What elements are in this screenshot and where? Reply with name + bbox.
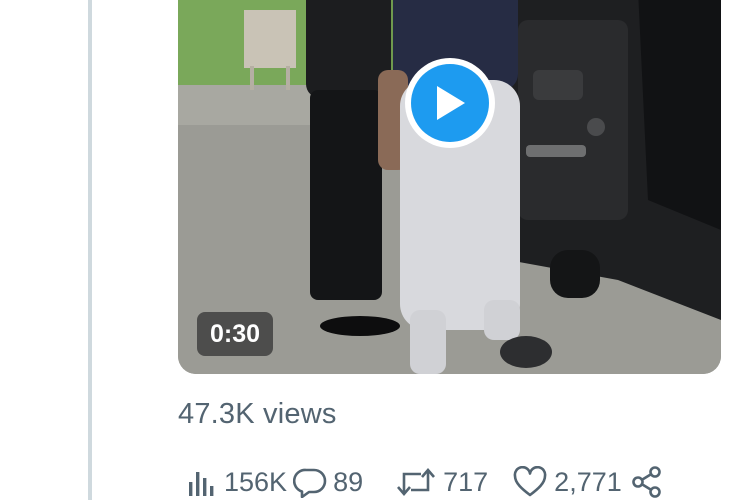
share-button[interactable] bbox=[630, 466, 664, 498]
play-button[interactable] bbox=[405, 58, 495, 148]
retweet-button[interactable]: 717 bbox=[395, 466, 488, 498]
reply-count: 89 bbox=[333, 466, 364, 497]
tweet-action-bar: 156K 89 717 2,771 bbox=[186, 462, 664, 502]
play-icon bbox=[437, 86, 465, 120]
like-count: 2,771 bbox=[554, 466, 622, 497]
share-icon bbox=[631, 466, 661, 498]
speech-bubble-icon bbox=[293, 468, 327, 498]
thread-line bbox=[88, 0, 92, 500]
analytics-button[interactable]: 156K bbox=[186, 466, 287, 498]
bar-chart-icon bbox=[189, 472, 214, 496]
heart-icon bbox=[513, 466, 547, 497]
view-count: 47.3K views bbox=[178, 398, 337, 430]
retweet-icon bbox=[397, 468, 436, 496]
reply-button[interactable]: 89 bbox=[293, 466, 363, 498]
retweet-count: 717 bbox=[443, 466, 489, 497]
video-duration-badge: 0:30 bbox=[197, 312, 274, 356]
like-button[interactable]: 2,771 bbox=[512, 466, 622, 498]
analytics-count: 156K bbox=[224, 466, 288, 497]
